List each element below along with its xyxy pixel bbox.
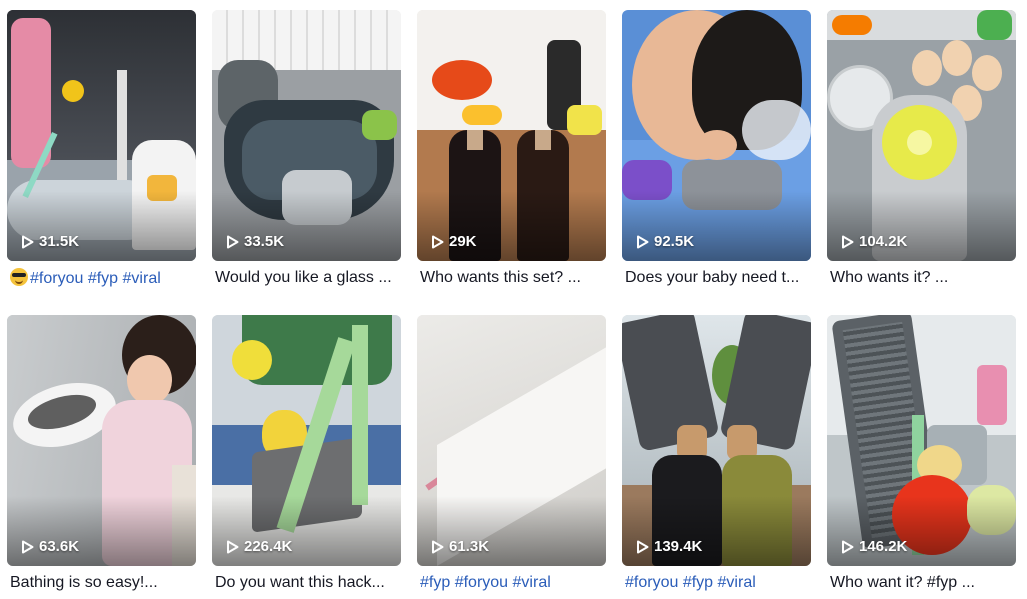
play-icon bbox=[841, 540, 854, 554]
hashtag-link[interactable]: #foryou bbox=[30, 270, 83, 287]
video-thumbnail[interactable]: 31.5K bbox=[7, 10, 196, 261]
video-thumbnail[interactable]: 63.6K bbox=[7, 315, 196, 566]
hashtag-link[interactable]: #foryou bbox=[625, 574, 678, 591]
video-card[interactable]: 226.4K Do you want this hack... bbox=[212, 315, 401, 591]
view-count-value: 226.4K bbox=[244, 538, 293, 555]
view-count-value: 61.3K bbox=[449, 538, 490, 555]
sunglasses-emoji-icon bbox=[10, 268, 28, 286]
video-card[interactable]: 61.3K #fyp #foryou #viral bbox=[417, 315, 606, 591]
video-caption[interactable]: Who want it? #fyp ... bbox=[830, 573, 1016, 593]
hashtag-link[interactable]: #viral bbox=[123, 270, 161, 287]
video-caption[interactable]: Who wants it? ... bbox=[830, 268, 1016, 288]
view-count-value: 146.2K bbox=[859, 538, 908, 555]
view-count: 92.5K bbox=[636, 233, 694, 250]
video-thumbnail[interactable]: 139.4K bbox=[622, 315, 811, 566]
view-count: 146.2K bbox=[841, 538, 907, 555]
view-count-value: 92.5K bbox=[654, 233, 695, 250]
play-icon bbox=[636, 540, 649, 554]
play-icon bbox=[226, 540, 239, 554]
video-caption[interactable]: Bathing is so easy!... bbox=[10, 573, 196, 593]
hashtag-link[interactable]: #fyp bbox=[683, 574, 713, 591]
play-icon bbox=[21, 235, 34, 249]
video-card[interactable]: 146.2K Who want it? #fyp ... bbox=[827, 315, 1016, 591]
view-count: 139.4K bbox=[636, 538, 702, 555]
video-card[interactable]: 31.5K #foryou #fyp #viral bbox=[7, 10, 196, 287]
video-caption[interactable]: Do you want this hack... bbox=[215, 573, 401, 593]
video-card[interactable]: 92.5K Does your baby need t... bbox=[622, 10, 811, 286]
video-card[interactable]: 139.4K #foryou #fyp #viral bbox=[622, 315, 811, 591]
view-count: 29K bbox=[431, 233, 477, 250]
hashtag-link[interactable]: #fyp bbox=[88, 270, 118, 287]
view-count-value: 63.6K bbox=[39, 538, 80, 555]
video-card[interactable]: 29K Who wants this set? ... bbox=[417, 10, 606, 286]
video-caption[interactable]: #foryou #fyp #viral bbox=[625, 573, 811, 593]
view-count: 61.3K bbox=[431, 538, 489, 555]
video-thumbnail[interactable]: 226.4K bbox=[212, 315, 401, 566]
view-count-value: 33.5K bbox=[244, 233, 285, 250]
view-count: 226.4K bbox=[226, 538, 292, 555]
video-card[interactable]: 104.2K Who wants it? ... bbox=[827, 10, 1016, 286]
hashtag-link[interactable]: #viral bbox=[513, 574, 551, 591]
play-icon bbox=[431, 540, 444, 554]
play-icon bbox=[841, 235, 854, 249]
video-caption[interactable]: Would you like a glass ... bbox=[215, 268, 401, 288]
play-icon bbox=[21, 540, 34, 554]
play-icon bbox=[226, 235, 239, 249]
play-icon bbox=[636, 235, 649, 249]
view-count: 31.5K bbox=[21, 233, 79, 250]
video-thumbnail[interactable]: 92.5K bbox=[622, 10, 811, 261]
video-caption[interactable]: #fyp #foryou #viral bbox=[420, 573, 606, 593]
video-thumbnail[interactable]: 33.5K bbox=[212, 10, 401, 261]
video-thumbnail[interactable]: 61.3K bbox=[417, 315, 606, 566]
view-count-value: 29K bbox=[449, 233, 477, 250]
video-thumbnail[interactable]: 104.2K bbox=[827, 10, 1016, 261]
view-count-value: 139.4K bbox=[654, 538, 703, 555]
play-icon bbox=[431, 235, 444, 249]
view-count: 33.5K bbox=[226, 233, 284, 250]
video-caption[interactable]: #foryou #fyp #viral bbox=[10, 268, 196, 289]
view-count: 104.2K bbox=[841, 233, 907, 250]
view-count-value: 31.5K bbox=[39, 233, 80, 250]
view-count: 63.6K bbox=[21, 538, 79, 555]
video-caption[interactable]: Who wants this set? ... bbox=[420, 268, 606, 288]
video-thumbnail[interactable]: 29K bbox=[417, 10, 606, 261]
hashtag-link[interactable]: #fyp bbox=[420, 574, 450, 591]
hashtag-link[interactable]: #foryou bbox=[455, 574, 508, 591]
hashtag-link[interactable]: #viral bbox=[718, 574, 756, 591]
video-card[interactable]: 33.5K Would you like a glass ... bbox=[212, 10, 401, 286]
video-caption[interactable]: Does your baby need t... bbox=[625, 268, 811, 288]
view-count-value: 104.2K bbox=[859, 233, 908, 250]
video-thumbnail[interactable]: 146.2K bbox=[827, 315, 1016, 566]
video-card[interactable]: 63.6K Bathing is so easy!... bbox=[7, 315, 196, 591]
